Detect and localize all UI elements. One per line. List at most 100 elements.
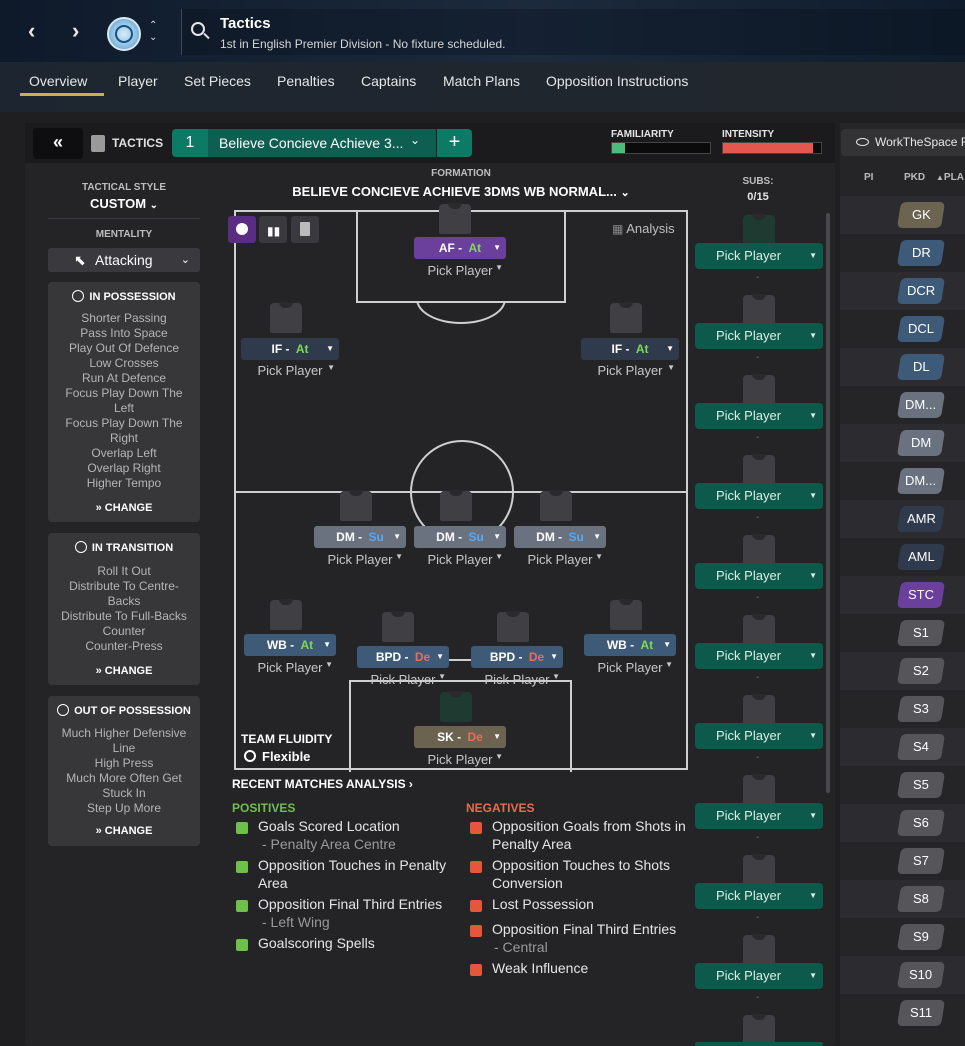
change-button[interactable]: » CHANGE: [48, 665, 200, 677]
table-row[interactable]: DL: [840, 348, 965, 386]
team-fluidity-value[interactable]: Flexible: [244, 749, 310, 764]
sub-pick-player-button[interactable]: Pick Player ▼: [695, 643, 823, 669]
pick-player-if-right[interactable]: Pick Player ▼: [581, 363, 679, 378]
table-row[interactable]: DCL: [840, 310, 965, 348]
table-row[interactable]: AMR: [840, 500, 965, 538]
table-row[interactable]: DR: [840, 234, 965, 272]
chevron-down-icon[interactable]: ⌄: [410, 133, 420, 147]
search-icon[interactable]: [191, 22, 205, 36]
table-row[interactable]: DM...: [840, 386, 965, 424]
table-row[interactable]: S6: [840, 804, 965, 842]
caret-down-icon: ▼: [326, 344, 334, 353]
caret-down-icon: ▼: [327, 363, 335, 372]
instruction: Focus Play Down The Left: [65, 386, 183, 415]
pick-player-dm-right[interactable]: Pick Player ▼: [514, 552, 606, 567]
familiarity-meter[interactable]: [611, 142, 711, 154]
tactic-selector[interactable]: Believe Concieve Achieve 3...: [208, 129, 436, 157]
column-header-pla[interactable]: ▲PLA: [936, 172, 964, 183]
shirt-icon: [743, 934, 775, 965]
caret-down-icon: ▼: [667, 363, 675, 372]
pick-player-sk[interactable]: Pick Player ▼: [414, 752, 506, 767]
role-button-dm-right[interactable]: DM - Su ▼: [514, 526, 606, 548]
tab-opposition-instructions[interactable]: Opposition Instructions: [546, 73, 688, 89]
tab-penalties[interactable]: Penalties: [277, 73, 335, 89]
tactics-view-button[interactable]: [291, 216, 319, 243]
pick-player-wb-right[interactable]: Pick Player ▼: [584, 660, 676, 675]
sub-pick-player-button[interactable]: Pick Player ▼: [695, 243, 823, 269]
sub-pick-player-button[interactable]: Pick Player ▼: [695, 483, 823, 509]
subs-scrollbar[interactable]: [826, 213, 830, 793]
sub-pick-player-button[interactable]: Pick Player ▼: [695, 963, 823, 989]
table-row[interactable]: S3: [840, 690, 965, 728]
sub-pick-player-button[interactable]: Pick Player ▼: [695, 803, 823, 829]
sub-pick-player-button[interactable]: Pick Player ▼: [695, 563, 823, 589]
role-button-bpd-left[interactable]: BPD - De ▼: [357, 646, 449, 668]
tab-overview[interactable]: Overview: [29, 73, 87, 89]
table-row[interactable]: DM...: [840, 462, 965, 500]
role-button-sk[interactable]: SK - De ▼: [414, 726, 506, 748]
table-row[interactable]: S2: [840, 652, 965, 690]
thumbs-up-icon: [236, 822, 248, 834]
pick-player-bpd-left[interactable]: Pick Player ▼: [357, 672, 449, 687]
pick-player-dm-centre[interactable]: Pick Player ▼: [414, 552, 506, 567]
player-view-button[interactable]: [228, 216, 256, 243]
sub-pick-player-button[interactable]: Pick Player ▼: [695, 723, 823, 749]
role-button-dm-centre[interactable]: DM - Su ▼: [414, 526, 506, 548]
sub-pick-player-button[interactable]: [695, 1042, 823, 1046]
pick-player-if-left[interactable]: Pick Player ▼: [241, 363, 339, 378]
pick-player-af[interactable]: Pick Player ▼: [414, 263, 506, 278]
table-row[interactable]: GK: [840, 196, 965, 234]
table-row[interactable]: AML: [840, 538, 965, 576]
shirt-icon: [743, 374, 775, 405]
role-button-wb-left[interactable]: WB - At ▼: [244, 634, 336, 656]
role-button-if-right[interactable]: IF - At ▼: [581, 338, 679, 360]
tab-captains[interactable]: Captains: [361, 73, 416, 89]
stats-view-button[interactable]: ▮▮: [259, 216, 287, 243]
tab-match-plans[interactable]: Match Plans: [443, 73, 520, 89]
sub-pick-player-button[interactable]: Pick Player ▼: [695, 403, 823, 429]
table-row[interactable]: S5: [840, 766, 965, 804]
table-row[interactable]: S10: [840, 956, 965, 994]
column-header-pi[interactable]: PI: [864, 172, 873, 183]
table-row[interactable]: S4: [840, 728, 965, 766]
column-header-pkd[interactable]: PKD: [904, 172, 925, 183]
tab-player[interactable]: Player: [118, 73, 158, 89]
sub-pick-player-button[interactable]: Pick Player ▼: [695, 323, 823, 349]
formation-select[interactable]: BELIEVE CONCIEVE ACHIEVE 3DMS WB NORMAL.…: [234, 184, 688, 199]
familiarity-label: FAMILIARITY: [611, 129, 674, 140]
tab-set-pieces[interactable]: Set Pieces: [184, 73, 251, 89]
tactic-slot-number[interactable]: 1: [172, 129, 208, 157]
sub-pick-player-button[interactable]: Pick Player ▼: [695, 883, 823, 909]
pick-player-dm-left[interactable]: Pick Player ▼: [314, 552, 406, 567]
role-button-if-left[interactable]: IF - At ▼: [241, 338, 339, 360]
table-row[interactable]: S7: [840, 842, 965, 880]
table-row[interactable]: S11: [840, 994, 965, 1032]
role-button-af[interactable]: AF - At ▼: [414, 237, 506, 259]
pick-player-wb-left[interactable]: Pick Player ▼: [244, 660, 336, 675]
add-tactic-button[interactable]: +: [437, 129, 472, 157]
person-icon: [236, 223, 248, 235]
change-button[interactable]: » CHANGE: [48, 502, 200, 514]
pick-player-bpd-right[interactable]: Pick Player ▼: [471, 672, 563, 687]
role-button-dm-left[interactable]: DM - Su ▼: [314, 526, 406, 548]
analysis-button[interactable]: ▦ Analysis: [612, 221, 675, 236]
club-crest-icon[interactable]: [107, 17, 141, 51]
forward-arrow-icon[interactable]: ›: [72, 18, 79, 44]
table-row[interactable]: DCR: [840, 272, 965, 310]
role-button-wb-right[interactable]: WB - At ▼: [584, 634, 676, 656]
chevron-down-icon[interactable]: ⌄: [149, 32, 157, 43]
table-row[interactable]: S8: [840, 880, 965, 918]
table-row[interactable]: DM: [840, 424, 965, 462]
recent-matches-analysis-link[interactable]: RECENT MATCHES ANALYSIS ›: [232, 777, 413, 791]
negative-item: Lost Possession: [492, 896, 594, 912]
table-row[interactable]: STC: [840, 576, 965, 614]
role-button-bpd-right[interactable]: BPD - De ▼: [471, 646, 563, 668]
table-row[interactable]: S9: [840, 918, 965, 956]
table-row[interactable]: S1: [840, 614, 965, 652]
tactical-style-select[interactable]: CUSTOM ⌄: [48, 196, 200, 211]
chevron-up-icon[interactable]: ⌃: [149, 20, 157, 31]
back-arrow-icon[interactable]: ‹: [28, 18, 35, 44]
change-button[interactable]: » CHANGE: [48, 825, 200, 837]
collapse-button[interactable]: «: [33, 128, 83, 159]
mentality-select[interactable]: ⬉ Attacking ⌄: [48, 248, 200, 272]
